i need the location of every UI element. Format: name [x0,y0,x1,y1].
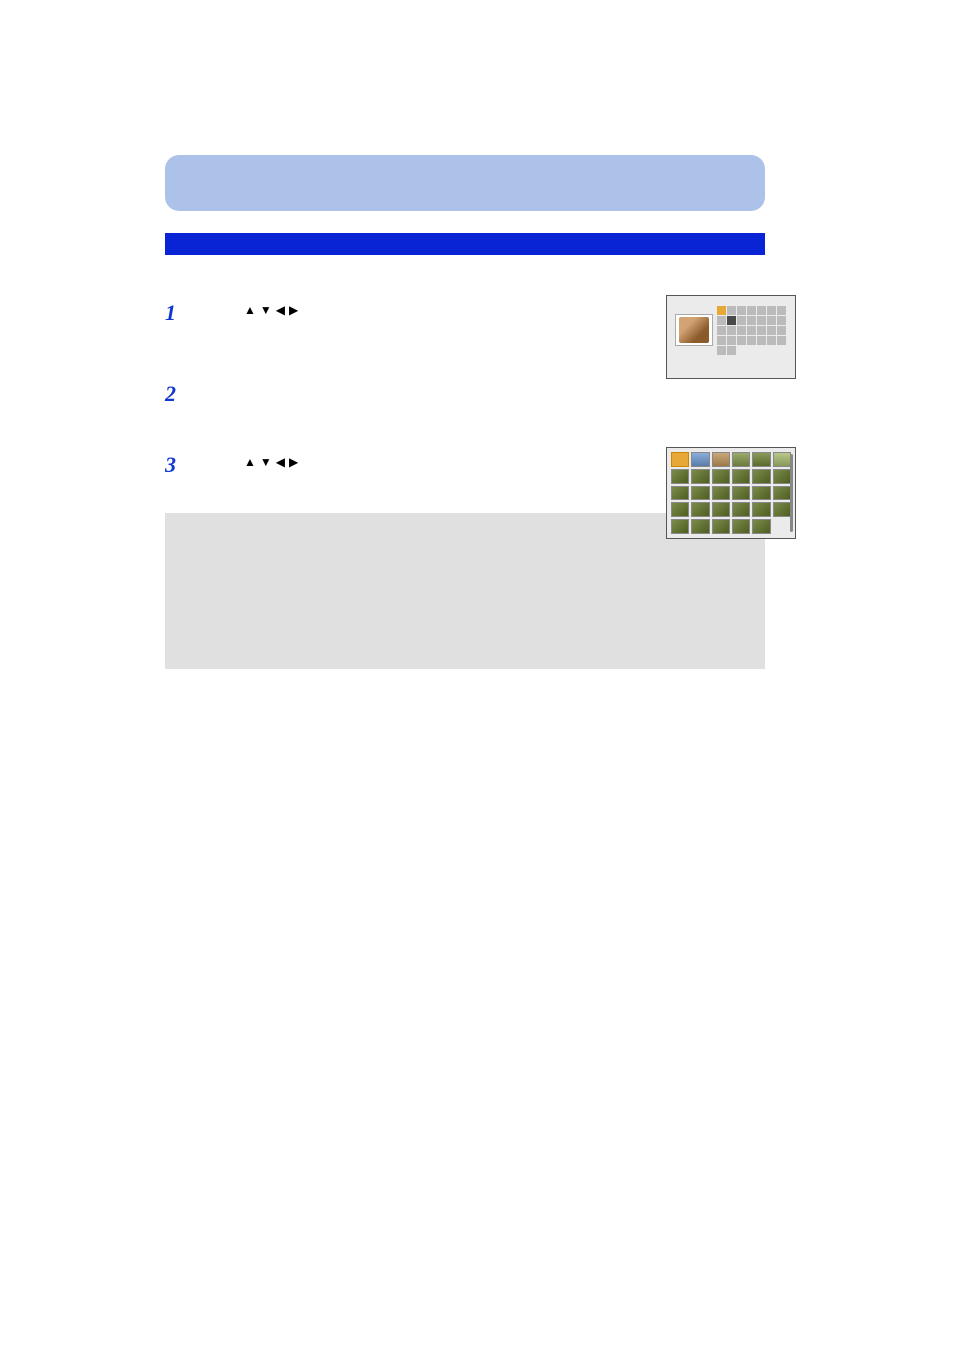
thumb [691,519,709,534]
thumb [691,469,709,484]
thumbnail-grid-illustration [666,447,796,539]
step-3-row: 3 ▲ ▼ ◀ ▶ [165,452,796,478]
thumb [752,519,770,534]
thumb [732,452,750,467]
thumb [773,519,791,534]
thumb [752,469,770,484]
thumb [671,469,689,484]
thumb [691,452,709,467]
thumb [732,502,750,517]
page-content: 1 ▲ ▼ ◀ ▶ 2 3 [0,0,954,669]
thumb-selected [671,452,689,467]
thumb [773,469,791,484]
step-2-number: 2 [165,381,195,407]
thumb [671,502,689,517]
dpad-arrows: ▲ ▼ ◀ ▶ [244,302,298,319]
thumb [732,519,750,534]
thumb [732,469,750,484]
thumb [773,452,791,467]
thumb [712,486,730,501]
calendar-preview-thumb [675,314,713,346]
step-3-number: 3 [165,452,195,478]
thumb [732,486,750,501]
arrow-right-icon: ▶ [289,454,298,471]
dpad-arrows: ▲ ▼ ◀ ▶ [244,454,298,471]
thumb [691,502,709,517]
thumb [712,469,730,484]
thumb [712,452,730,467]
arrow-left-icon: ◀ [276,454,285,471]
thumb [773,502,791,517]
thumb [691,486,709,501]
thumb [671,486,689,501]
scrollbar-icon [790,454,793,532]
arrow-down-icon: ▼ [260,302,272,319]
thumb [752,486,770,501]
arrow-down-icon: ▼ [260,454,272,471]
step-1-number: 1 [165,300,195,326]
arrow-right-icon: ▶ [289,302,298,319]
step-2-row: 2 [165,381,796,407]
thumb [773,486,791,501]
section-title-bar [165,155,765,211]
arrow-up-icon: ▲ [244,454,256,471]
thumb [712,519,730,534]
calendar-illustration [666,295,796,379]
arrow-left-icon: ◀ [276,302,285,319]
thumb [671,519,689,534]
subsection-title-bar [165,233,765,255]
step-1-row: 1 ▲ ▼ ◀ ▶ [165,300,796,326]
person-photo-icon [679,317,709,343]
calendar-grid [717,306,786,370]
thumb [752,502,770,517]
arrow-up-icon: ▲ [244,302,256,319]
thumb [752,452,770,467]
thumb [712,502,730,517]
